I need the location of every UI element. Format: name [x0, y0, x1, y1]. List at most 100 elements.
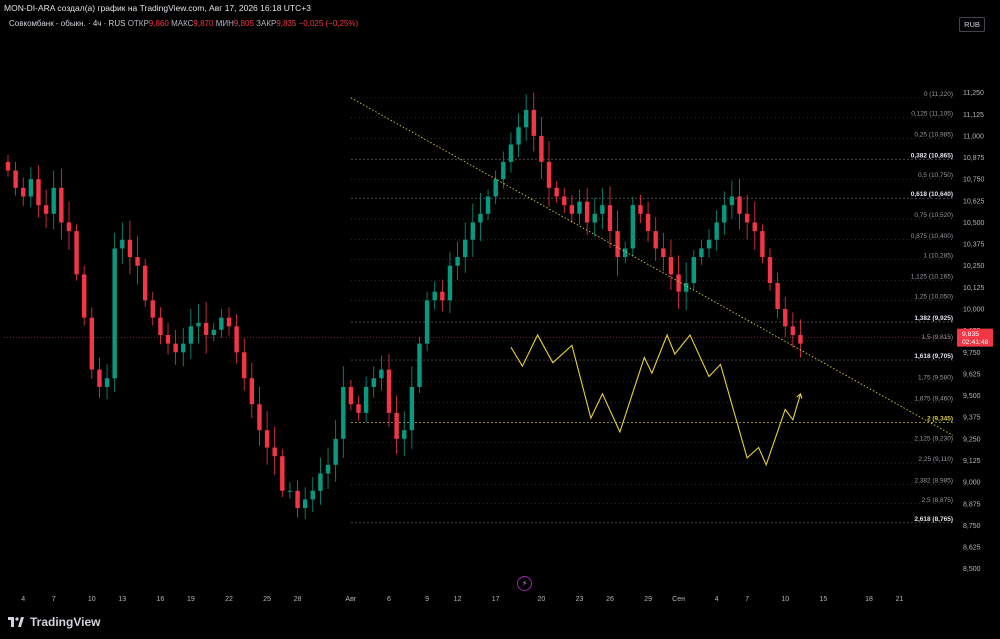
price-axis-tick: 10,750 — [963, 177, 985, 184]
drawings-layer[interactable] — [350, 97, 954, 467]
candle-body — [173, 343, 178, 353]
time-axis-tick: 17 — [492, 596, 500, 603]
price-axis-tick: 8,875 — [963, 501, 981, 508]
time-axis-tick: 12 — [454, 596, 462, 603]
time-axis-tick: 21 — [896, 596, 904, 603]
candle-body — [417, 343, 422, 387]
candle-body — [341, 386, 346, 439]
fib-level-label: 0,25 (10,985) — [914, 131, 953, 138]
price-axis-tick: 11,250 — [963, 90, 984, 97]
price-axis-tick: 10,625 — [963, 198, 985, 205]
candle-body — [440, 291, 445, 301]
candle-body — [394, 412, 399, 439]
time-axis-tick: 28 — [294, 596, 302, 603]
candle-body — [127, 239, 133, 258]
candle-body — [577, 201, 582, 214]
candle-body — [699, 248, 704, 258]
candle-body — [775, 283, 780, 310]
candle-body — [325, 464, 331, 474]
candle-body — [409, 386, 415, 431]
candle-body — [333, 438, 338, 465]
brand-logo: TradingView — [8, 615, 100, 629]
candle-body — [120, 239, 125, 249]
candle-body — [584, 201, 590, 223]
candle-body — [767, 257, 773, 284]
candle-body — [691, 257, 696, 284]
candle-body — [135, 257, 140, 266]
time-axis-tick: Авг — [345, 596, 356, 603]
brand-name: TradingView — [30, 615, 101, 629]
fib-level-label: 1,875 (9,460) — [914, 395, 953, 402]
price-axis-tick: 9,375 — [963, 415, 981, 422]
candle-body — [28, 179, 34, 197]
lightning-icon[interactable]: ⚡ — [517, 576, 532, 591]
price-axis-tick: 10,250 — [963, 263, 985, 270]
candle-body — [485, 196, 491, 214]
candle-body — [226, 317, 232, 327]
fib-level-label: 1,618 (9,705) — [914, 353, 953, 360]
fib-level-label: 0,875 (10,400) — [911, 233, 953, 240]
fib-level-label: 2,618 (8,765) — [914, 516, 953, 523]
fib-levels-layer: 0 (11,220) 0,125 (11,105) 0,25 (10,985) 0,3… — [4, 91, 955, 524]
candle-body — [112, 248, 117, 379]
candles-layer — [5, 92, 803, 520]
candle-body — [402, 430, 407, 439]
time-axis-tick: 16 — [157, 596, 165, 603]
time-axis-tick: 7 — [52, 596, 56, 603]
candle-body — [302, 499, 308, 509]
candle-body — [142, 265, 148, 301]
candle-body — [478, 213, 483, 223]
candle-body — [744, 213, 750, 223]
candle-body — [234, 326, 239, 353]
time-axis-tick: 26 — [606, 596, 614, 603]
fib-level-label: 2 (9,345) — [927, 415, 953, 422]
candle-body — [569, 205, 575, 214]
candle-body — [13, 170, 18, 188]
candle-body — [554, 187, 559, 197]
candle-body — [89, 317, 95, 370]
candle-body — [424, 300, 430, 344]
candle-body — [722, 205, 727, 223]
candle-body — [196, 322, 201, 327]
candle-body — [562, 196, 567, 206]
time-axis-tick: 15 — [819, 596, 827, 603]
fib-level-label: 1 (10,285) — [923, 253, 953, 260]
candle-body — [668, 257, 674, 275]
candle-body — [249, 378, 255, 405]
time-axis-tick: Сен — [672, 596, 685, 603]
time-axis-tick: 22 — [225, 596, 233, 603]
candle-body — [729, 196, 735, 206]
candle-body — [531, 109, 536, 136]
price-axis-tick: 9,250 — [963, 436, 981, 443]
candle-body — [630, 205, 636, 249]
candle-body — [82, 274, 87, 318]
fib-level-label: 0 (11,220) — [924, 91, 953, 98]
candle-body — [508, 144, 514, 162]
candle-body — [645, 213, 651, 232]
candle-body — [706, 239, 712, 249]
fib-level-label: 0,75 (10,520) — [914, 212, 953, 219]
time-axis-tick: 10 — [781, 596, 789, 603]
price-axis-tick: 8,750 — [963, 523, 981, 530]
candle-body — [607, 205, 613, 232]
candle-body — [59, 187, 64, 223]
candle-body — [546, 161, 552, 188]
fib-level-label: 1,75 (9,580) — [918, 375, 953, 382]
candle-body — [676, 274, 681, 292]
time-axis-tick: 25 — [263, 596, 271, 603]
fib-level-label: 1,125 (10,165) — [911, 273, 953, 280]
candle-body — [760, 231, 765, 258]
candle-body — [501, 161, 506, 180]
candle-body — [181, 343, 186, 353]
candle-body — [798, 334, 803, 344]
candle-body — [463, 239, 468, 258]
time-axis-tick: 6 — [387, 596, 391, 603]
fib-level-label: 1,25 (10,050) — [914, 293, 953, 300]
price-chart[interactable]: 0 (11,220) 0,125 (11,105) 0,25 (10,985) 0,3… — [0, 0, 1000, 610]
time-axis-tick: 10 — [88, 596, 96, 603]
candle-body — [318, 473, 323, 491]
price-axis-tick: 10,375 — [963, 242, 985, 249]
fib-level-label: 2,125 (9,230) — [914, 435, 953, 442]
fib-level-label: 2,25 (9,110) — [918, 456, 953, 463]
candle-body — [600, 205, 605, 214]
